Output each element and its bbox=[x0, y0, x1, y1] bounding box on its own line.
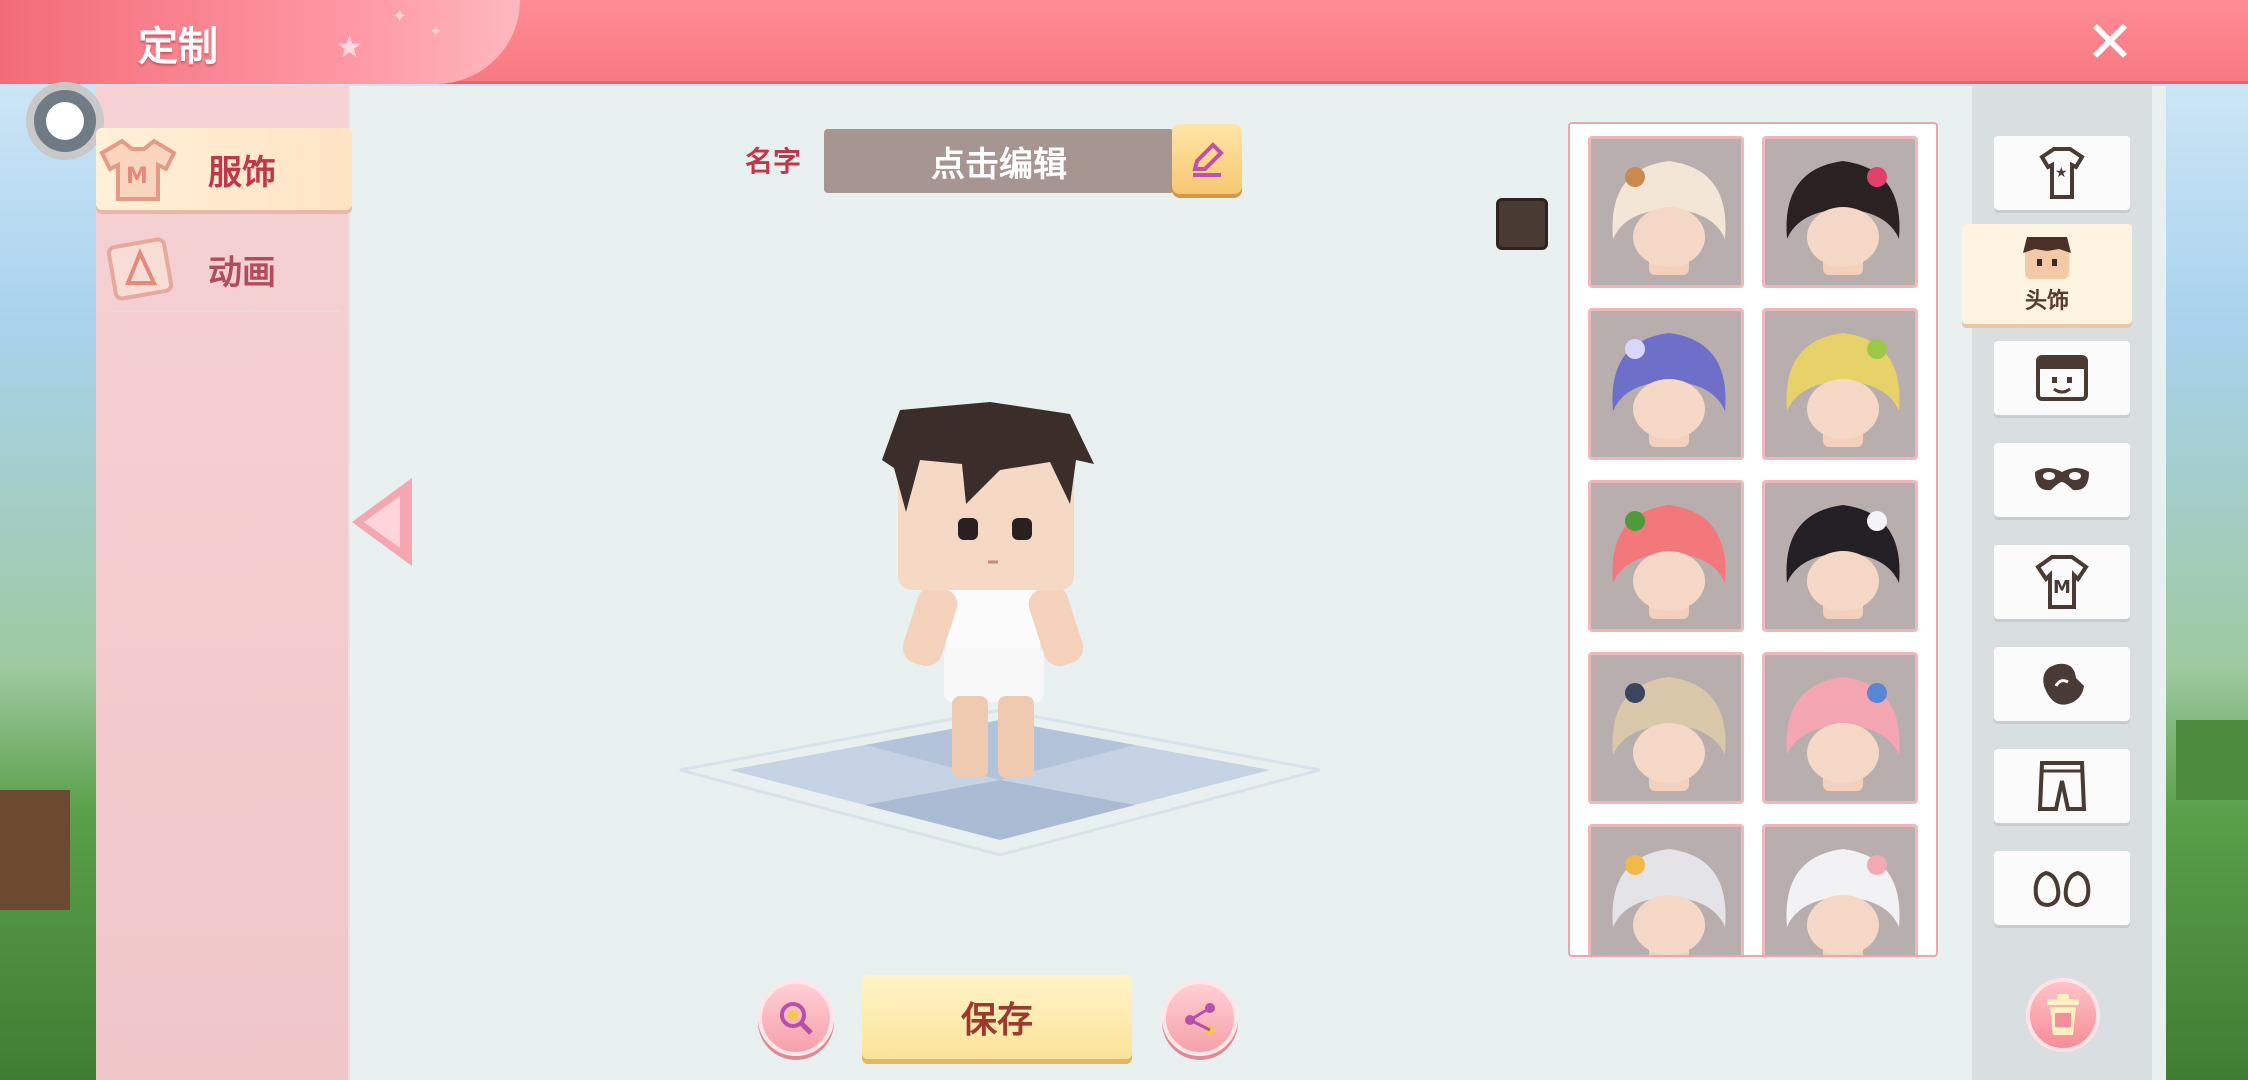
category-mask[interactable] bbox=[1994, 443, 2130, 517]
divider bbox=[110, 310, 340, 312]
animation-icon bbox=[96, 233, 180, 305]
magnifier-icon bbox=[780, 1002, 813, 1035]
item-bunny-ears-black-hair[interactable] bbox=[1762, 480, 1918, 632]
tab-clothing[interactable]: M 服饰 bbox=[96, 128, 352, 210]
trash-button[interactable] bbox=[2026, 978, 2100, 1052]
tab-animation[interactable]: 动画 bbox=[96, 228, 352, 310]
star-decoration-icon: ✦ bbox=[392, 6, 408, 27]
star-decoration-icon: ★ bbox=[336, 30, 363, 65]
item-white-cat-ears-hair[interactable] bbox=[1762, 824, 1918, 955]
background-block bbox=[2176, 720, 2248, 800]
item-beige-cap-hair[interactable] bbox=[1588, 652, 1744, 804]
face-icon bbox=[2036, 355, 2088, 401]
category-shoes[interactable] bbox=[1994, 851, 2130, 925]
category-gloves[interactable] bbox=[1994, 647, 2130, 721]
svg-text:M: M bbox=[126, 164, 148, 189]
edit-name-button[interactable] bbox=[1172, 124, 1242, 194]
header-tab bbox=[0, 0, 520, 84]
svg-text:★: ★ bbox=[2055, 165, 2068, 181]
star-decoration-icon: ✦ bbox=[430, 24, 442, 40]
tab-animation-label: 动画 bbox=[208, 252, 276, 293]
close-icon[interactable]: ✕ bbox=[2080, 12, 2140, 72]
outfit-icon: ★ bbox=[2039, 147, 2085, 199]
save-button[interactable]: 保存 bbox=[862, 975, 1132, 1059]
category-headwear[interactable]: 头饰 bbox=[1962, 224, 2132, 324]
category-headwear-label: 头饰 bbox=[2024, 289, 2069, 314]
category-outfit[interactable]: ★ bbox=[1994, 136, 2130, 210]
pencil-icon bbox=[1192, 142, 1224, 177]
trash-icon bbox=[2047, 994, 2079, 1035]
item-black-flower-bun-hair[interactable] bbox=[1762, 136, 1918, 288]
zoom-button[interactable] bbox=[758, 980, 834, 1056]
previous-arrow-highlight bbox=[364, 496, 400, 548]
header-bar: ★ ✦ ✦ 定制 ✕ bbox=[0, 0, 2248, 84]
shoes-icon bbox=[2033, 870, 2091, 908]
name-input[interactable]: 点击编辑 bbox=[824, 129, 1174, 193]
item-blonde-sprout-hair[interactable] bbox=[1762, 308, 1918, 460]
item-cat-hood-hair[interactable] bbox=[1588, 136, 1744, 288]
name-label: 名字 bbox=[745, 145, 802, 178]
tab-clothing-label: 服饰 bbox=[208, 152, 276, 193]
item-grid bbox=[1568, 122, 1938, 957]
shirt-icon: M bbox=[2035, 555, 2089, 609]
pants-icon bbox=[2037, 761, 2087, 811]
page-title: 定制 bbox=[138, 24, 218, 70]
category-face[interactable] bbox=[1994, 341, 2130, 415]
glove-icon bbox=[2043, 663, 2084, 705]
item-pink-wavy-flower-hair[interactable] bbox=[1762, 652, 1918, 804]
face-head-icon bbox=[2023, 237, 2071, 279]
character-avatar[interactable] bbox=[880, 400, 1120, 800]
share-icon bbox=[1185, 1003, 1215, 1035]
background-block bbox=[0, 790, 70, 910]
share-button[interactable] bbox=[1162, 980, 1238, 1056]
svg-text:M: M bbox=[2053, 577, 2071, 598]
item-white-ponytail-crown-hair[interactable] bbox=[1588, 824, 1744, 955]
category-pants[interactable] bbox=[1994, 749, 2130, 823]
record-button[interactable] bbox=[26, 82, 104, 160]
clothing-icon: M bbox=[96, 133, 180, 205]
category-shirt[interactable]: M bbox=[1994, 545, 2130, 619]
item-purple-helmet-hair[interactable] bbox=[1588, 308, 1744, 460]
color-swatch[interactable] bbox=[1496, 198, 1548, 250]
item-peach-leaf-hair[interactable] bbox=[1588, 480, 1744, 632]
mask-icon bbox=[2035, 468, 2089, 491]
